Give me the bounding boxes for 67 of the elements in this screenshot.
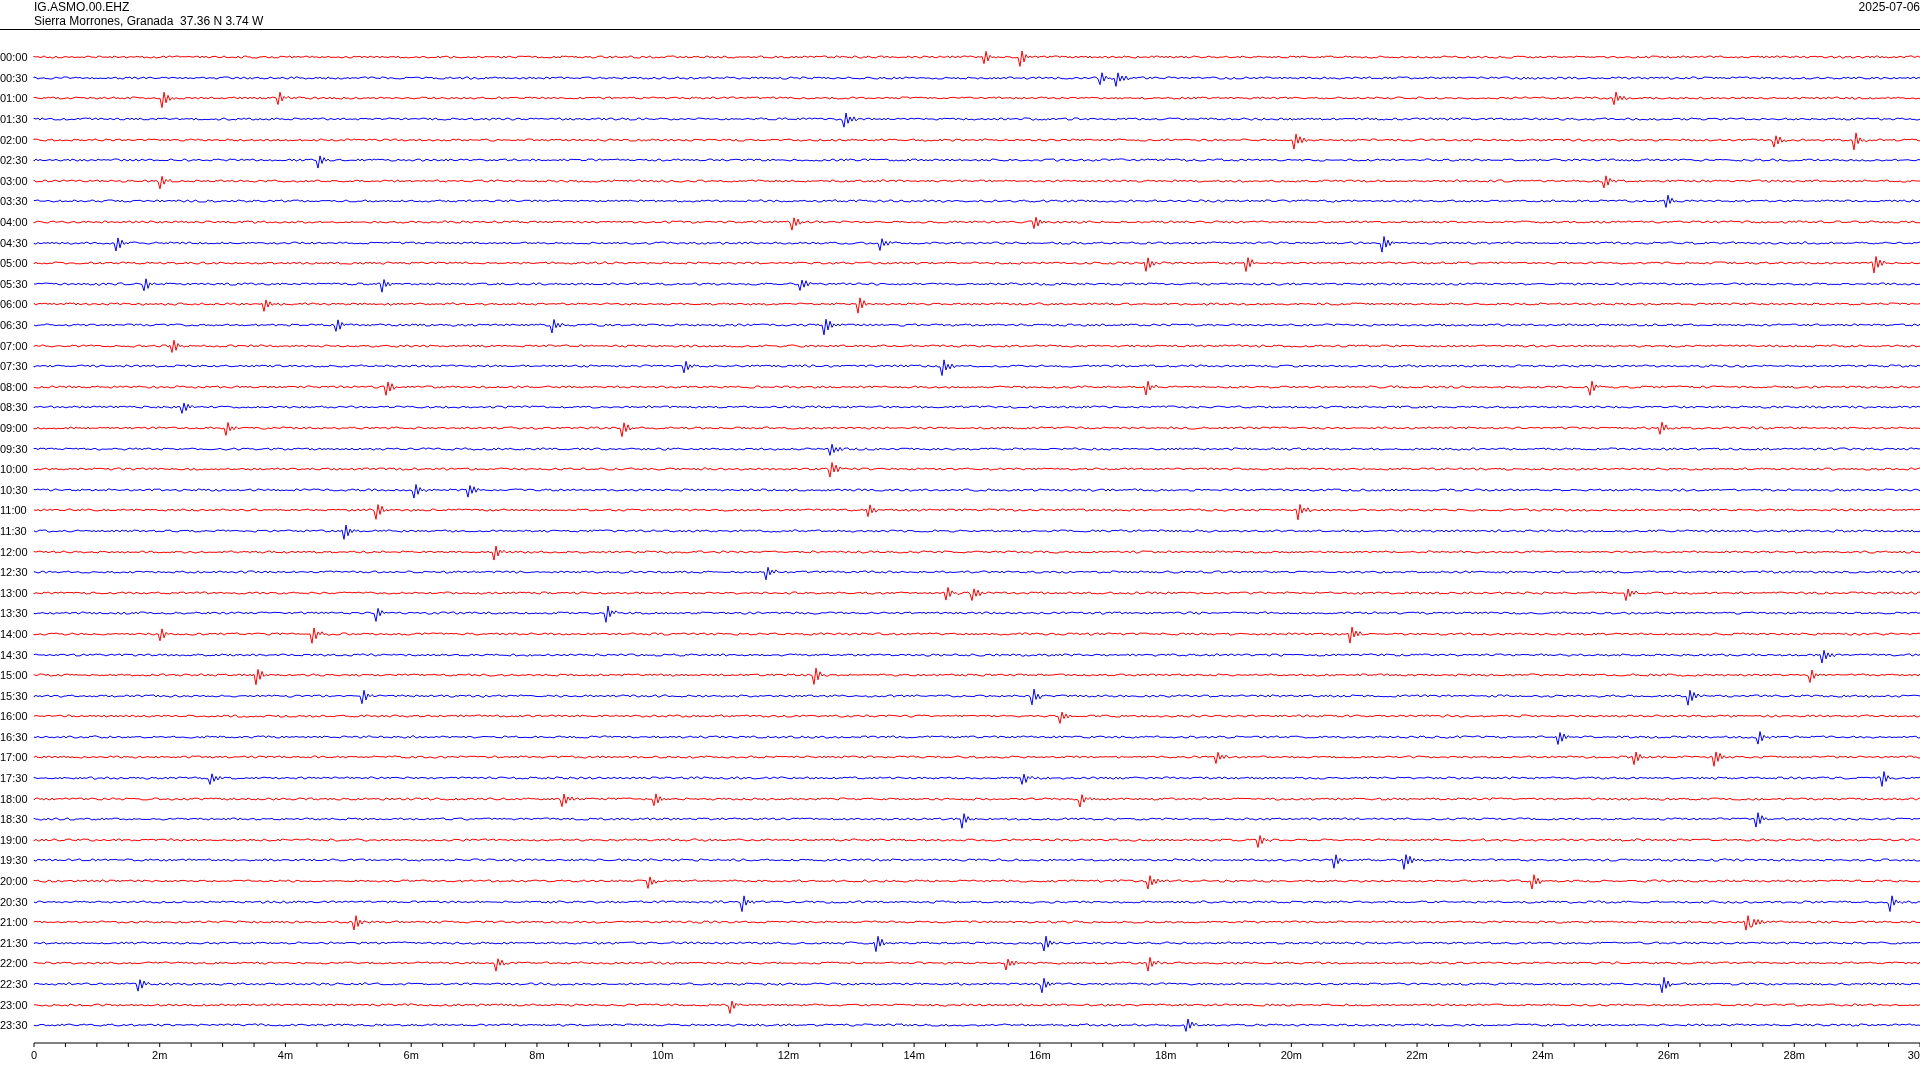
time-label: 07:00 xyxy=(0,339,29,352)
axis-label: 8m xyxy=(529,1048,545,1061)
time-label: 22:30 xyxy=(0,978,29,990)
axis-label: 26m xyxy=(1657,1048,1680,1061)
time-label: 00:00 xyxy=(0,51,29,64)
time-label: 07:30 xyxy=(0,360,29,373)
axis-label: 14m xyxy=(903,1048,925,1061)
time-label: 20:30 xyxy=(0,895,29,908)
time-label: 12:00 xyxy=(0,545,29,558)
time-label: 20:00 xyxy=(0,875,29,888)
time-label: 21:30 xyxy=(0,936,29,949)
time-label: 23:00 xyxy=(0,998,29,1011)
axis-label: 2m xyxy=(152,1048,168,1061)
time-label: 11:30 xyxy=(0,524,28,537)
time-label: 09:00 xyxy=(0,422,29,434)
time-label: 16:30 xyxy=(0,730,29,743)
time-label: 10:30 xyxy=(0,483,29,496)
time-label: 13:30 xyxy=(0,607,29,620)
axis-label: 18m xyxy=(1154,1048,1177,1061)
time-label: 19:30 xyxy=(0,854,29,867)
time-label: 02:00 xyxy=(0,133,29,146)
time-label: 00:30 xyxy=(0,71,29,84)
time-label: 18:00 xyxy=(0,792,29,805)
time-label: 13:00 xyxy=(0,586,29,599)
time-label: 15:30 xyxy=(0,689,29,702)
time-label: 08:30 xyxy=(0,401,29,414)
station-location: Sierra Morrones, Granada 37.36 N 3.74 W xyxy=(34,14,264,28)
time-label: 05:30 xyxy=(0,277,29,290)
time-label: 14:30 xyxy=(0,648,29,661)
axis-label: 16m xyxy=(1029,1048,1051,1061)
time-label: 19:00 xyxy=(0,833,29,846)
station-code: IG.ASMO.00.EHZ xyxy=(34,0,131,14)
time-label: 18:30 xyxy=(0,813,29,826)
time-label: 23:30 xyxy=(0,1019,29,1032)
axis-label: 10m xyxy=(651,1048,674,1061)
time-label: 15:00 xyxy=(0,669,29,682)
time-label: 01:30 xyxy=(0,113,29,126)
time-label: 17:00 xyxy=(0,751,29,764)
axis-label: 28m xyxy=(1783,1048,1805,1061)
time-label: 06:00 xyxy=(0,298,29,311)
time-label: 16:00 xyxy=(0,710,29,723)
time-label: 02:30 xyxy=(0,154,29,167)
time-label: 08:00 xyxy=(0,380,29,393)
axis-label: 22m xyxy=(1406,1048,1428,1061)
record-date: 2025-07-06 xyxy=(1858,0,1920,16)
axis-label: 4m xyxy=(277,1048,294,1061)
time-label: 06:30 xyxy=(0,319,29,331)
time-label: 11:00 xyxy=(0,504,28,517)
axis-label: 0 xyxy=(30,1048,38,1061)
time-label: 17:30 xyxy=(0,772,29,785)
axis-label: 6m xyxy=(403,1048,419,1061)
time-label: 04:00 xyxy=(0,216,29,229)
time-label: 12:30 xyxy=(0,566,29,579)
axis-label: 12m xyxy=(777,1048,800,1061)
time-label: 01:00 xyxy=(0,92,29,105)
time-label: 03:30 xyxy=(0,195,29,208)
axis-label: 20m xyxy=(1280,1048,1303,1061)
time-label: 03:00 xyxy=(0,174,29,187)
time-label: 10:00 xyxy=(0,463,29,476)
time-label: 14:00 xyxy=(0,627,29,640)
time-label: 04:30 xyxy=(0,236,29,249)
time-label: 21:00 xyxy=(0,916,29,929)
time-label: 22:00 xyxy=(0,957,29,970)
axis-label: 24m xyxy=(1532,1048,1554,1061)
time-label: 09:30 xyxy=(0,442,29,455)
axis-label: 30 xyxy=(1907,1048,1920,1061)
time-label: 05:00 xyxy=(0,257,29,270)
